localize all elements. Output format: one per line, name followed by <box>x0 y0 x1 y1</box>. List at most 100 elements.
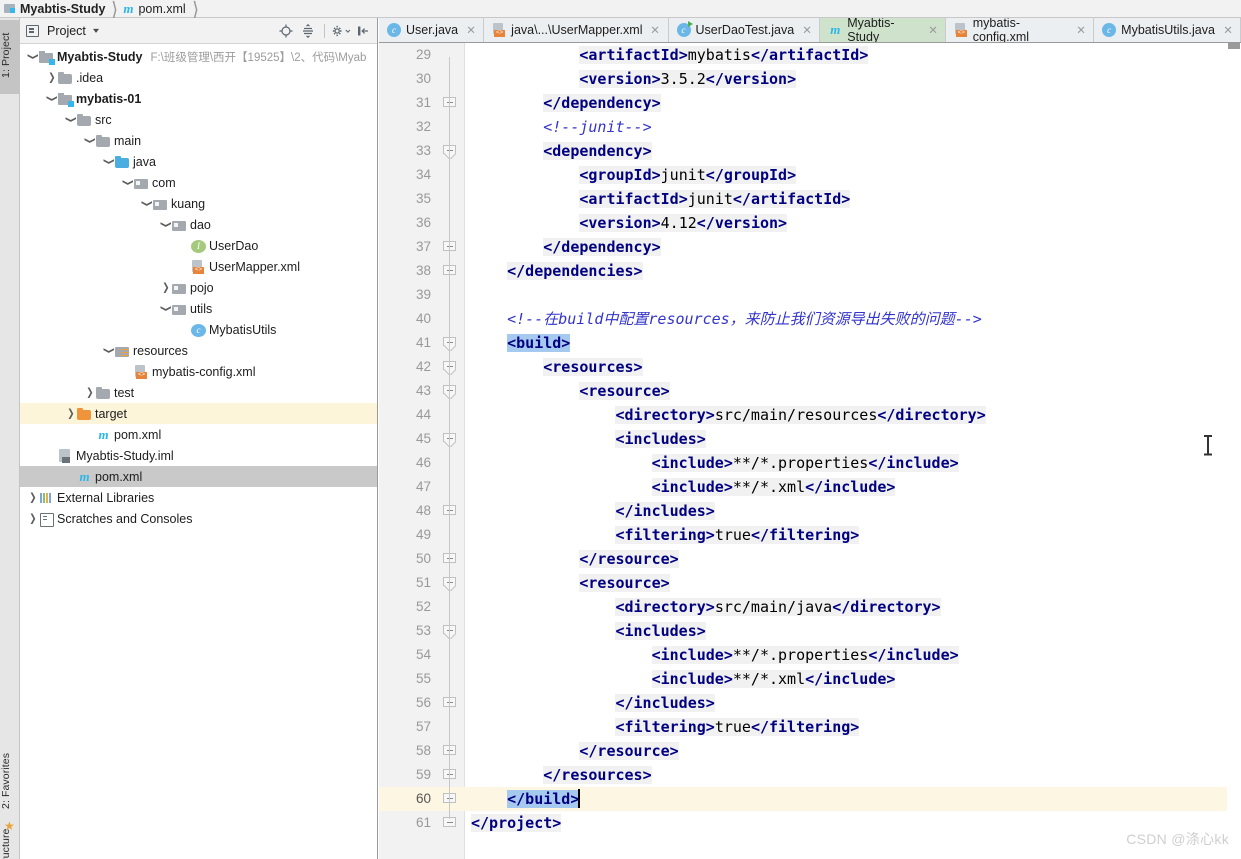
close-icon[interactable]: ✕ <box>651 23 661 36</box>
tree-item-mybatis-01[interactable]: mybatis-01 <box>20 88 377 109</box>
chevron-right-icon[interactable] <box>159 277 172 298</box>
tree-item-pom-xml[interactable]: m pom.xml <box>20 466 377 487</box>
code-line-57: 57 <filtering>true</filtering> <box>379 715 1241 739</box>
tree-item-src[interactable]: src <box>20 109 377 130</box>
hide-panel-icon[interactable] <box>353 21 373 41</box>
mouse-cursor-ibeam <box>1203 435 1212 455</box>
close-icon[interactable]: ✕ <box>1223 23 1233 36</box>
tree-item-mybatis-config-xml[interactable]: mybatis-config.xml <box>20 361 377 382</box>
java-class-icon: c <box>1102 23 1117 37</box>
tree-item-label: Myabtis-Study.iml <box>76 448 174 463</box>
editor-tab-label: Myabtis-Study <box>847 18 895 43</box>
xml-tag: </version> <box>705 70 797 88</box>
xml-tag: <groupId> <box>579 166 661 184</box>
tree-item-test[interactable]: test <box>20 382 377 403</box>
scrollbar-thumb[interactable] <box>1228 43 1240 49</box>
tree-item-com[interactable]: com <box>20 172 377 193</box>
chevron-down-icon[interactable] <box>121 172 134 193</box>
tree-item-idea[interactable]: .idea <box>20 67 377 88</box>
chevron-down-icon[interactable] <box>159 298 172 319</box>
chevron-right-icon[interactable] <box>64 403 77 424</box>
tree-item-main[interactable]: main <box>20 130 377 151</box>
folder-icon <box>96 386 111 400</box>
breadcrumb-item-project[interactable]: Myabtis-Study <box>4 0 105 18</box>
tree-item-dao[interactable]: dao <box>20 214 377 235</box>
tree-item-target[interactable]: target <box>20 403 377 424</box>
code-text: <include>**/*.xml</include> <box>471 667 896 691</box>
text-caret <box>578 789 580 808</box>
tree-item-external-libraries[interactable]: External Libraries <box>20 487 377 508</box>
chevron-down-icon[interactable] <box>45 88 58 109</box>
chevron-down-icon[interactable] <box>102 151 115 172</box>
close-icon[interactable]: ✕ <box>466 23 476 36</box>
project-path-label: F:\班级管理\西开【19525】\2、代码\Myab <box>150 51 367 64</box>
tree-item-pom-xml[interactable]: m pom.xml <box>20 424 377 445</box>
editor-tab-bar[interactable]: cUser.java✕java\...\UserMapper.xml✕cUser… <box>379 18 1241 43</box>
xml-tag: </directory> <box>832 598 941 616</box>
editor-tab-java-usermapper-xml[interactable]: java\...\UserMapper.xml ✕ <box>484 18 669 42</box>
xml-tag: <build> <box>507 334 571 352</box>
tree-item-label: UserDao <box>209 238 259 253</box>
line-number: 35 <box>415 191 431 206</box>
chevron-down-icon[interactable]: ▾ <box>93 26 99 35</box>
tree-item-usermapper-xml[interactable]: UserMapper.xml <box>20 256 377 277</box>
line-number: 34 <box>415 167 431 182</box>
tree-item-label: main <box>114 133 142 148</box>
tree-item-label: Myabtis-Study <box>57 49 143 64</box>
tool-window-tab-structure[interactable]: Structure <box>0 823 20 859</box>
tree-item-java[interactable]: java <box>20 151 377 172</box>
code-editor[interactable]: 29 <artifactId>mybatis</artifactId> 30 <ver… <box>379 43 1241 859</box>
editor-tab-mybatisutils-java[interactable]: c MybatisUtils.java ✕ <box>1094 18 1241 42</box>
tool-window-tab-project[interactable]: 1: Project <box>0 20 20 94</box>
tree-item-userdao[interactable]: I UserDao <box>20 235 377 256</box>
breadcrumb-label-file: pom.xml <box>138 1 186 16</box>
editor-tab-myabtis-study[interactable]: m Myabtis-Study ✕ <box>820 18 946 42</box>
tree-item-mybatisutils[interactable]: c MybatisUtils <box>20 319 377 340</box>
editor-tab-userdaotest-java[interactable]: c UserDaoTest.java ✕ <box>668 18 821 42</box>
locate-in-tree-icon[interactable] <box>276 21 296 41</box>
chevron-down-icon[interactable] <box>159 214 172 235</box>
maven-icon: m <box>830 22 841 37</box>
chevron-right-icon[interactable] <box>83 382 96 403</box>
collapse-all-icon[interactable] <box>298 21 318 41</box>
package-icon <box>172 302 187 316</box>
project-tree[interactable]: Myabtis-Study F:\班级管理\西开【19525】\2、代码\Myab… <box>20 44 377 529</box>
close-icon[interactable]: ✕ <box>1076 23 1086 36</box>
chevron-down-icon[interactable] <box>83 130 96 151</box>
chevron-down-icon[interactable] <box>64 109 77 130</box>
code-text: <version>4.12</version> <box>471 211 788 235</box>
code-text: </resources> <box>471 763 652 787</box>
xml-tag: <includes> <box>615 430 706 448</box>
tree-item-pojo[interactable]: pojo <box>20 277 377 298</box>
code-text: <!--在build中配置resources，来防止我们资源导出失败的问题--> <box>471 307 982 331</box>
tree-item-utils[interactable]: utils <box>20 298 377 319</box>
line-number: 43 <box>415 383 431 398</box>
breadcrumb-separator-icon-2: ❯ <box>192 0 199 19</box>
xml-tag: <filtering> <box>615 718 715 736</box>
close-icon[interactable]: ✕ <box>928 23 938 36</box>
editor-tab-mybatis-config-xml[interactable]: mybatis-config.xml ✕ <box>945 18 1095 42</box>
line-number: 58 <box>415 743 431 758</box>
tree-item-kuang[interactable]: kuang <box>20 193 377 214</box>
settings-gear-icon[interactable] <box>331 21 351 41</box>
chevron-right-icon[interactable] <box>45 67 58 88</box>
chevron-down-icon[interactable] <box>102 340 115 361</box>
chevron-right-icon[interactable] <box>26 487 39 508</box>
tool-window-tab-favorites[interactable]: 2: Favorites <box>0 744 20 818</box>
tree-item-resources[interactable]: resources <box>20 340 377 361</box>
tree-item-myabtis-study-iml[interactable]: Myabtis-Study.iml <box>20 445 377 466</box>
code-text: <include>**/*.properties</include> <box>471 451 959 475</box>
tree-item-myabtis-study[interactable]: Myabtis-Study F:\班级管理\西开【19525】\2、代码\Myab <box>20 46 377 67</box>
chevron-right-icon[interactable] <box>26 508 39 529</box>
editor-tab-label: java\...\UserMapper.xml <box>511 23 643 37</box>
breadcrumb-item-file[interactable]: m pom.xml <box>123 0 185 18</box>
editor-tab-user-java[interactable]: c User.java ✕ <box>379 18 485 42</box>
chevron-down-icon[interactable] <box>26 46 39 67</box>
tree-item-scratches-and-consoles[interactable]: Scratches and Consoles <box>20 508 377 529</box>
chevron-down-icon[interactable] <box>140 193 153 214</box>
close-icon[interactable]: ✕ <box>802 23 812 36</box>
tree-item-label: src <box>95 112 112 127</box>
editor-scrollbar[interactable] <box>1227 43 1241 859</box>
